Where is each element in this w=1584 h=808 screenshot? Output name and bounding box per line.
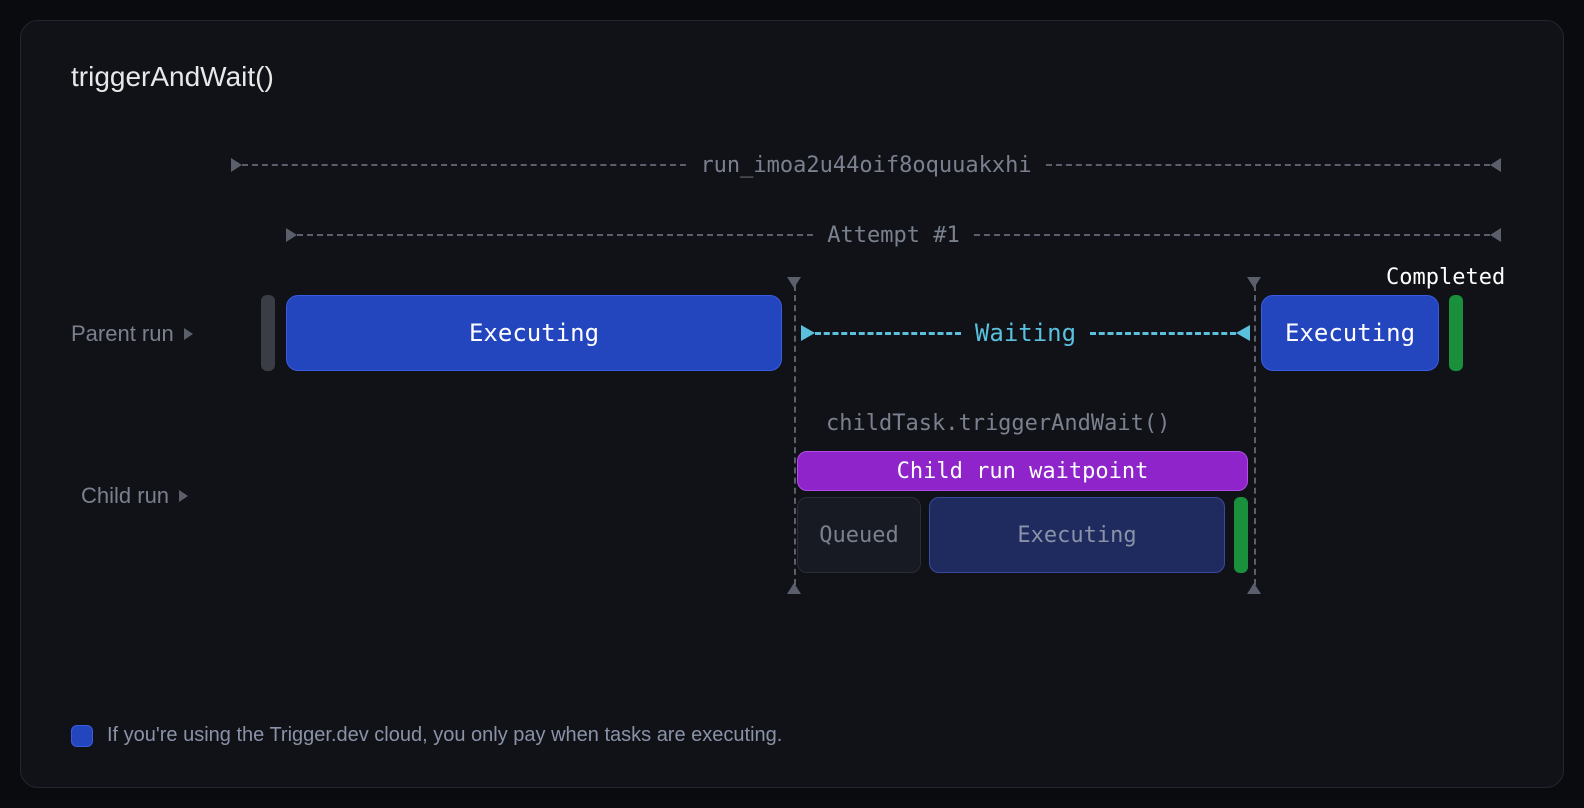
waiting-span: Waiting	[801, 321, 1250, 345]
triangle-down-icon	[787, 277, 801, 288]
triangle-down-icon	[1247, 277, 1261, 288]
child-waitpoint: Child run waitpoint	[797, 451, 1248, 491]
child-run-label: Child run	[81, 483, 188, 509]
triangle-left-icon	[1490, 158, 1501, 172]
chevron-right-icon	[179, 490, 188, 502]
diagram-title: triggerAndWait()	[71, 61, 1513, 93]
triangle-up-icon	[787, 583, 801, 594]
waiting-label: Waiting	[961, 319, 1090, 347]
vline-left	[794, 285, 796, 585]
diagram-panel: triggerAndWait() run_imoa2u44oif8oquuakx…	[20, 20, 1564, 788]
run-id-span: run_imoa2u44oif8oquuakxhi	[231, 153, 1501, 177]
triangle-up-icon	[1247, 583, 1261, 594]
executing-swatch-icon	[71, 725, 93, 747]
parent-executing-2: Executing	[1261, 295, 1439, 371]
triangle-right-icon	[231, 158, 242, 172]
parent-start-marker	[261, 295, 275, 371]
waiting-arrow-right-icon	[801, 325, 815, 341]
completed-label: Completed	[1386, 265, 1505, 290]
vline-right	[1254, 285, 1256, 585]
parent-executing-1: Executing	[286, 295, 782, 371]
run-id-label: run_imoa2u44oif8oquuakxhi	[686, 153, 1045, 178]
waiting-arrow-left-icon	[1236, 325, 1250, 341]
parent-run-label: Parent run	[71, 321, 193, 347]
chevron-right-icon	[184, 328, 193, 340]
child-complete-marker	[1234, 497, 1248, 573]
attempt-label: Attempt #1	[813, 223, 973, 248]
child-executing: Executing	[929, 497, 1225, 573]
diagram-area: run_imoa2u44oif8oquuakxhi Attempt #1 Com…	[71, 153, 1513, 633]
child-queued: Queued	[797, 497, 921, 573]
attempt-span: Attempt #1	[286, 223, 1501, 247]
child-call-label: childTask.triggerAndWait()	[826, 411, 1170, 436]
footer-text: If you're using the Trigger.dev cloud, y…	[107, 724, 782, 747]
parent-complete-marker	[1449, 295, 1463, 371]
triangle-right-icon	[286, 228, 297, 242]
footer-note: If you're using the Trigger.dev cloud, y…	[71, 724, 782, 747]
triangle-left-icon	[1490, 228, 1501, 242]
